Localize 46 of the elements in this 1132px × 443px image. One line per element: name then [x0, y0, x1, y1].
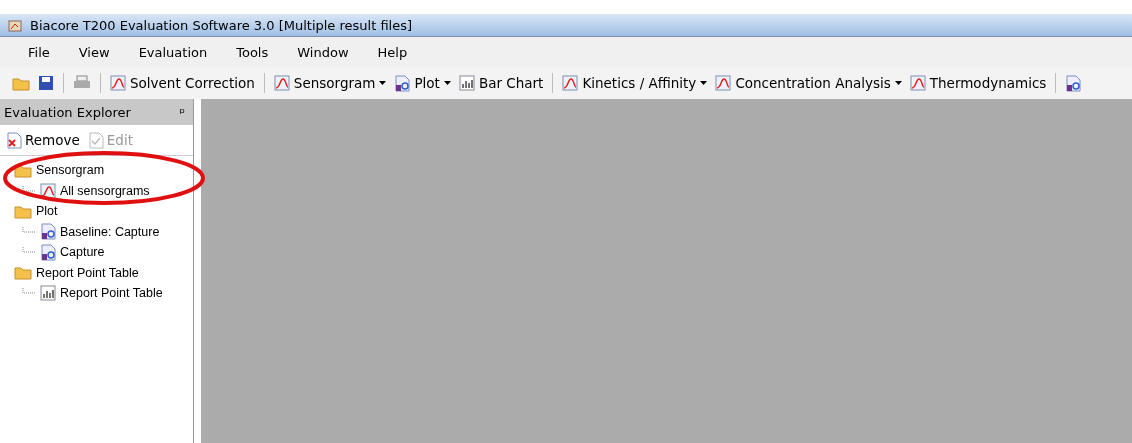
chart-icon [562, 75, 579, 91]
tree-item[interactable]: Plot [36, 204, 58, 219]
edit-icon [87, 131, 104, 149]
toolbar-button[interactable]: Plot [392, 74, 453, 92]
caret-icon [379, 81, 387, 85]
chart-icon [40, 182, 56, 199]
toolbar-button[interactable]: Bar Chart [456, 75, 546, 91]
plot-icon [1065, 74, 1082, 92]
plot-icon [394, 74, 411, 92]
action-button[interactable]: Remove [6, 131, 80, 149]
chart-icon [715, 75, 732, 91]
tree-item[interactable]: Report Point Table [36, 265, 139, 280]
toolbar-button[interactable]: Thermodynamics [907, 75, 1049, 91]
caret-icon [443, 81, 451, 85]
bar-chart-icon [458, 75, 475, 91]
chart-icon [909, 75, 926, 91]
toolbar-button[interactable]: Sensorgram [271, 75, 389, 91]
chart-icon [110, 75, 126, 91]
menu-item[interactable]: Tools [222, 44, 284, 60]
pin-icon[interactable]: ᵖ [179, 104, 185, 120]
plot-icon [40, 243, 56, 261]
menu-item[interactable]: View [64, 44, 125, 60]
toolbar-button[interactable]: Solvent Correction [108, 75, 257, 91]
table-icon [40, 285, 56, 302]
remove-icon [6, 131, 22, 149]
folder-icon [14, 203, 32, 219]
tree-item[interactable]: Baseline: Capture [60, 224, 160, 239]
menu-item[interactable]: File [14, 44, 65, 60]
tree-item[interactable]: Sensorgram [36, 163, 105, 178]
caret-icon [894, 81, 902, 85]
toolbar-button[interactable]: Kinetics / Affinity [560, 75, 710, 91]
caret-icon [700, 81, 708, 85]
toolbar-button[interactable] [1063, 74, 1084, 92]
panel-title: Evaluation Explorer [4, 104, 131, 120]
plot-icon [40, 223, 56, 241]
tree-item[interactable]: Report Point Table [60, 286, 163, 301]
folder-icon [14, 265, 32, 281]
tree-item[interactable]: All sensorgrams [60, 183, 150, 198]
tree-item[interactable]: Capture [60, 245, 105, 260]
app-icon [8, 18, 24, 32]
menu-item[interactable]: Help [363, 44, 423, 60]
window-title: Biacore T200 Evaluation Software 3.0 [Multiple result files] [30, 17, 413, 33]
toolbar-button[interactable]: Concentration Analysis [713, 75, 904, 91]
menu-item[interactable]: Window [283, 44, 364, 60]
menu-item[interactable]: Evaluation [124, 44, 223, 60]
chart-icon [273, 75, 290, 91]
